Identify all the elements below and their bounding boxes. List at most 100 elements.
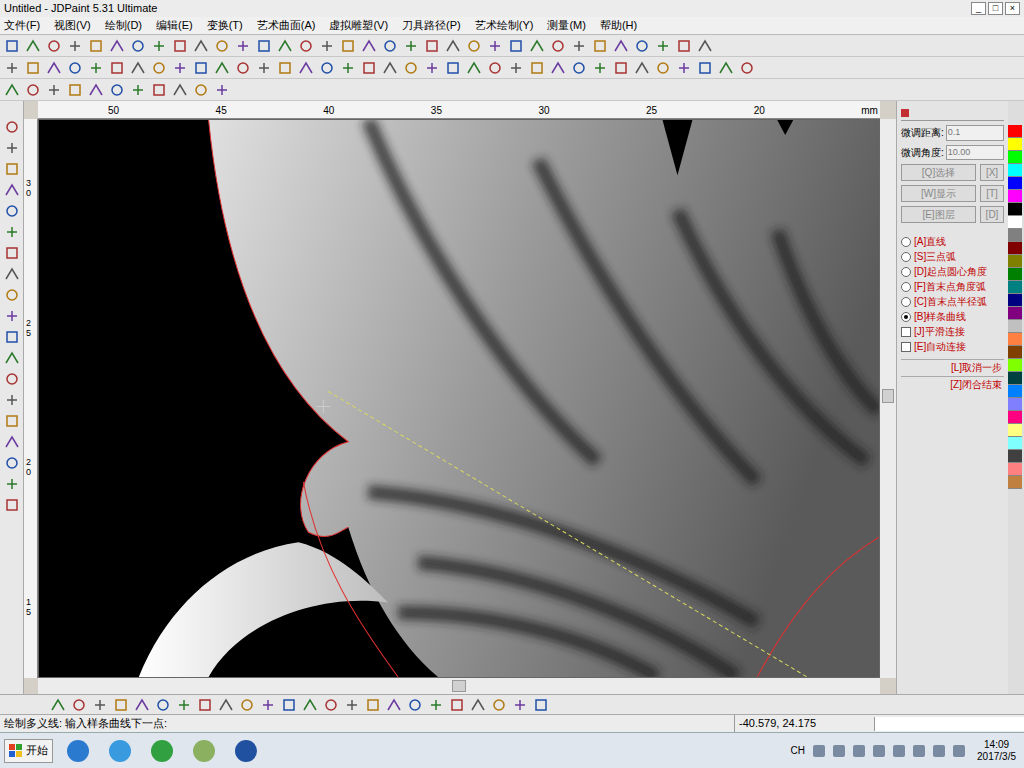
palette-swatch[interactable] [1008,281,1022,294]
palette-swatch[interactable] [1008,372,1022,385]
bottom-tool-icon[interactable] [260,697,276,713]
tool-icon[interactable] [403,38,419,54]
horizontal-scrollbar[interactable] [38,678,880,694]
side-tool-icon[interactable] [4,161,20,177]
vertical-scrollbar[interactable] [880,119,896,678]
menu-item[interactable]: 刀具路径(P) [402,20,461,31]
panel-button[interactable]: [T] [980,185,1004,202]
side-tool-icon[interactable] [4,434,20,450]
tool-icon[interactable] [277,38,293,54]
tool-icon[interactable] [46,82,62,98]
palette-swatch[interactable] [1008,463,1022,476]
tray-icon[interactable] [893,745,905,757]
checkbox-icon[interactable] [901,342,911,352]
option-row[interactable]: [E]自动连接 [901,340,1004,353]
bottom-tool-icon[interactable] [470,697,486,713]
radio-icon[interactable] [901,312,911,322]
taskbar-app-icon[interactable] [107,738,133,764]
option-row[interactable]: [D]起点圆心角度 [901,265,1004,278]
side-tool-icon[interactable] [4,182,20,198]
tool-icon[interactable] [88,82,104,98]
side-tool-icon[interactable] [4,140,20,156]
tool-icon[interactable] [382,38,398,54]
tool-icon[interactable] [46,60,62,76]
panel-button[interactable]: [D] [980,206,1004,223]
tool-icon[interactable] [4,82,20,98]
tool-icon[interactable] [151,60,167,76]
tool-icon[interactable] [151,82,167,98]
tool-icon[interactable] [172,60,188,76]
bottom-tool-icon[interactable] [113,697,129,713]
bottom-tool-icon[interactable] [344,697,360,713]
bottom-tool-icon[interactable] [512,697,528,713]
radio-icon[interactable] [901,237,911,247]
tool-icon[interactable] [193,82,209,98]
tray-icon[interactable] [873,745,885,757]
option-row[interactable]: [B]样条曲线 [901,310,1004,323]
palette-swatch[interactable] [1008,398,1022,411]
tray-icon[interactable] [913,745,925,757]
palette-swatch[interactable] [1008,151,1022,164]
menu-item[interactable]: 测量(M) [547,20,586,31]
tool-icon[interactable] [424,60,440,76]
tool-icon[interactable] [529,38,545,54]
tool-icon[interactable] [130,38,146,54]
action-button[interactable]: [Z]闭合结束 [901,376,1004,392]
palette-swatch[interactable] [1008,424,1022,437]
tool-icon[interactable] [319,60,335,76]
option-row[interactable]: [F]首末点角度弧 [901,280,1004,293]
palette-swatch[interactable] [1008,333,1022,346]
tool-icon[interactable] [487,60,503,76]
palette-swatch[interactable] [1008,385,1022,398]
tool-icon[interactable] [256,38,272,54]
palette-swatch[interactable] [1008,346,1022,359]
tool-icon[interactable] [46,38,62,54]
bottom-tool-icon[interactable] [239,697,255,713]
side-tool-icon[interactable] [4,350,20,366]
palette-swatch[interactable] [1008,359,1022,372]
field-input[interactable]: 10.00 [946,145,1004,161]
tool-icon[interactable] [193,38,209,54]
tool-icon[interactable] [466,60,482,76]
tool-icon[interactable] [130,60,146,76]
option-row[interactable]: [S]三点弧 [901,250,1004,263]
side-tool-icon[interactable] [4,497,20,513]
tool-icon[interactable] [613,38,629,54]
palette-swatch[interactable] [1008,164,1022,177]
tool-icon[interactable] [424,38,440,54]
tool-icon[interactable] [109,38,125,54]
tool-icon[interactable] [4,38,20,54]
tool-icon[interactable] [550,60,566,76]
side-tool-icon[interactable] [4,203,20,219]
side-tool-icon[interactable] [4,266,20,282]
tool-icon[interactable] [340,60,356,76]
tool-icon[interactable] [550,38,566,54]
bottom-tool-icon[interactable] [365,697,381,713]
palette-swatch[interactable] [1008,229,1022,242]
tool-icon[interactable] [4,60,20,76]
taskbar-app-icon[interactable] [65,738,91,764]
tray-icon[interactable] [813,745,825,757]
palette-swatch[interactable] [1008,268,1022,281]
side-tool-icon[interactable] [4,371,20,387]
menu-item[interactable]: 虚拟雕塑(V) [329,20,388,31]
tool-icon[interactable] [277,60,293,76]
tool-icon[interactable] [697,60,713,76]
tool-icon[interactable] [508,38,524,54]
bottom-tool-icon[interactable] [533,697,549,713]
tool-icon[interactable] [592,38,608,54]
tool-icon[interactable] [109,60,125,76]
palette-swatch[interactable] [1008,138,1022,151]
tool-icon[interactable] [214,60,230,76]
tray-icon[interactable] [953,745,965,757]
tool-icon[interactable] [67,82,83,98]
side-tool-icon[interactable] [4,287,20,303]
tool-icon[interactable] [109,82,125,98]
side-tool-icon[interactable] [4,455,20,471]
bottom-tool-icon[interactable] [449,697,465,713]
palette-swatch[interactable] [1008,125,1022,138]
tool-icon[interactable] [592,60,608,76]
tray-icon[interactable] [833,745,845,757]
window-control[interactable]: × [1005,2,1020,15]
menu-item[interactable]: 编辑(E) [156,20,193,31]
